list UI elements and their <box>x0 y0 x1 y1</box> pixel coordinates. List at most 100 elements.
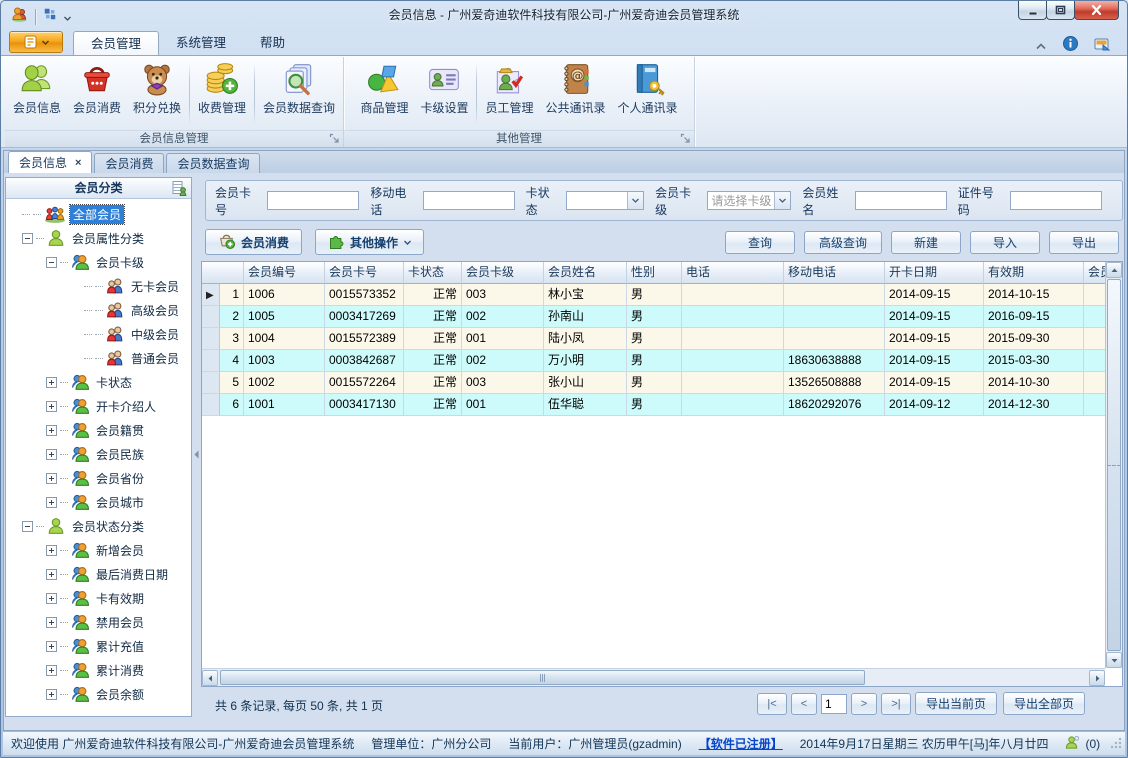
grid-cell[interactable]: 002 <box>462 350 544 372</box>
scroll-down-button[interactable] <box>1106 652 1122 668</box>
grid-cell[interactable]: 001 <box>462 394 544 416</box>
dialog-launcher-icon[interactable] <box>329 133 340 144</box>
grid-cell[interactable] <box>682 328 784 350</box>
close-button[interactable] <box>1074 1 1119 20</box>
personal-contacts-button[interactable]: 个人通讯录 <box>612 59 684 129</box>
grid-cell[interactable]: 18620292076 <box>784 394 885 416</box>
grid-cell[interactable]: 2014-09-12 <box>885 394 984 416</box>
tree-expander[interactable] <box>46 256 57 268</box>
grid-cell[interactable]: 1005 <box>244 306 325 328</box>
grid-cell[interactable]: 男 <box>627 306 682 328</box>
card-level-button[interactable]: 卡级设置 <box>414 59 474 129</box>
grid-cell[interactable]: 男 <box>627 328 682 350</box>
grid-cell[interactable]: 1006 <box>244 284 325 306</box>
tree-expander[interactable] <box>46 376 57 388</box>
grid-cell[interactable]: 1001 <box>244 394 325 416</box>
grid-cell[interactable]: 林小宝 <box>544 284 627 306</box>
tree-item[interactable]: 无卡会员 <box>6 274 191 298</box>
tree-expander[interactable] <box>46 616 57 628</box>
tree-expander[interactable] <box>22 520 33 532</box>
skin-style-icon[interactable] <box>1094 37 1111 56</box>
grid-cell[interactable] <box>1084 306 1105 328</box>
tree-expander[interactable] <box>46 688 57 700</box>
grid-cell[interactable] <box>682 372 784 394</box>
dialog-launcher-icon[interactable] <box>680 133 691 144</box>
grid-cell[interactable]: 正常 <box>404 394 462 416</box>
row-selector-cell[interactable] <box>202 372 220 394</box>
grid-cell[interactable]: 2015-09-30 <box>984 328 1084 350</box>
grid-cell[interactable] <box>1084 350 1105 372</box>
tree-item[interactable]: 卡状态 <box>6 370 191 394</box>
grid-cell[interactable]: 2014-10-15 <box>984 284 1084 306</box>
grid-header-cell[interactable]: 卡状态 <box>404 262 462 284</box>
quick-access-dropdown-icon[interactable] <box>64 8 71 26</box>
tree-item[interactable]: 会员余额 <box>6 682 191 706</box>
grid-cell[interactable]: 男 <box>627 372 682 394</box>
tree-item[interactable]: 会员省份 <box>6 466 191 490</box>
tree-expander[interactable] <box>46 544 57 556</box>
category-settings-icon[interactable] <box>171 180 187 202</box>
ribbon-collapse-icon[interactable] <box>1035 37 1047 55</box>
grid-cell[interactable]: 张小山 <box>544 372 627 394</box>
tree-item[interactable]: 高级会员 <box>6 298 191 322</box>
app-menu-button[interactable] <box>9 31 63 53</box>
grid-cell[interactable]: 2014-12-30 <box>984 394 1084 416</box>
tree-expander[interactable] <box>46 640 57 652</box>
tree-expander[interactable] <box>46 568 57 580</box>
grid-cell[interactable] <box>682 306 784 328</box>
grid-cell[interactable]: 男 <box>627 284 682 306</box>
document-tab[interactable]: 会员消费 <box>94 153 165 174</box>
grid-header-cell[interactable]: 会员卡号 <box>325 262 404 284</box>
tree-item[interactable]: 禁用会员 <box>6 610 191 634</box>
select-input[interactable]: 请选择卡级 <box>707 191 792 210</box>
tree-item[interactable]: 新增会员 <box>6 538 191 562</box>
grid-cell[interactable] <box>1084 372 1105 394</box>
grid-header-cell[interactable]: 会员姓名 <box>544 262 627 284</box>
grid-cell[interactable] <box>1084 394 1105 416</box>
grid-row[interactable]: 4 1003 0003842687 正常 002 万小明男 18630638888 2014-… <box>202 350 1105 372</box>
tree-item[interactable]: 卡有效期 <box>6 586 191 610</box>
tree-item[interactable]: 中级会员 <box>6 322 191 346</box>
grid-header-cell[interactable]: 有效期 <box>984 262 1084 284</box>
grid-cell[interactable]: 0015573352 <box>325 284 404 306</box>
grid-cell[interactable]: 0003417130 <box>325 394 404 416</box>
tree-expander[interactable] <box>46 592 57 604</box>
staff-management-button[interactable]: 员工管理 <box>479 59 539 129</box>
grid-row[interactable]: 6 1001 0003417130 正常 001 伍华聪男 18620292076 2014-… <box>202 394 1105 416</box>
document-tab[interactable]: 会员数据查询 <box>166 153 261 174</box>
scroll-left-button[interactable] <box>202 670 218 686</box>
goods-management-button[interactable]: 商品管理 <box>354 59 414 129</box>
tree-expander[interactable] <box>46 424 57 436</box>
v-scroll-thumb[interactable] <box>1107 279 1121 651</box>
tree-item[interactable]: 会员城市 <box>6 490 191 514</box>
tree-item[interactable]: 最后消费日期 <box>6 562 191 586</box>
other-operations-button[interactable]: 其他操作 <box>315 229 425 255</box>
info-icon[interactable] <box>1063 36 1078 56</box>
grid-cell[interactable]: 2014-09-15 <box>885 328 984 350</box>
tree-item[interactable]: 开卡介绍人 <box>6 394 191 418</box>
points-exchange-button[interactable]: 积分兑换 <box>127 59 187 129</box>
tree-item[interactable]: 累计消费 <box>6 658 191 682</box>
grid-cell[interactable] <box>682 394 784 416</box>
grid-cell[interactable]: 2014-09-15 <box>885 306 984 328</box>
maximize-button[interactable] <box>1046 1 1075 20</box>
online-user-icon[interactable] <box>1065 735 1080 753</box>
grid-cell[interactable]: 003 <box>462 284 544 306</box>
quick-access-icon[interactable] <box>43 7 57 26</box>
grid-cell[interactable]: 002 <box>462 306 544 328</box>
member-consume-button[interactable]: 会员消费 <box>205 229 303 255</box>
grid-cell[interactable]: 2015-03-30 <box>984 350 1084 372</box>
tree-item[interactable]: 会员状态分类 <box>6 514 191 538</box>
tree-item[interactable]: 会员民族 <box>6 442 191 466</box>
v-scrollbar[interactable] <box>1105 262 1122 668</box>
grid-cell[interactable]: 13526508888 <box>784 372 885 394</box>
tree-item[interactable]: 累计充值 <box>6 634 191 658</box>
grid-cell[interactable]: 正常 <box>404 284 462 306</box>
page-input[interactable] <box>821 694 847 714</box>
grid-cell[interactable]: 2014-10-30 <box>984 372 1084 394</box>
grid-header-cell[interactable]: 会员卡级 <box>462 262 544 284</box>
action-button[interactable]: 查询 <box>724 231 795 254</box>
action-button[interactable]: 导出 <box>1049 231 1119 254</box>
grid-cell[interactable] <box>784 284 885 306</box>
search-input[interactable] <box>1010 191 1103 210</box>
